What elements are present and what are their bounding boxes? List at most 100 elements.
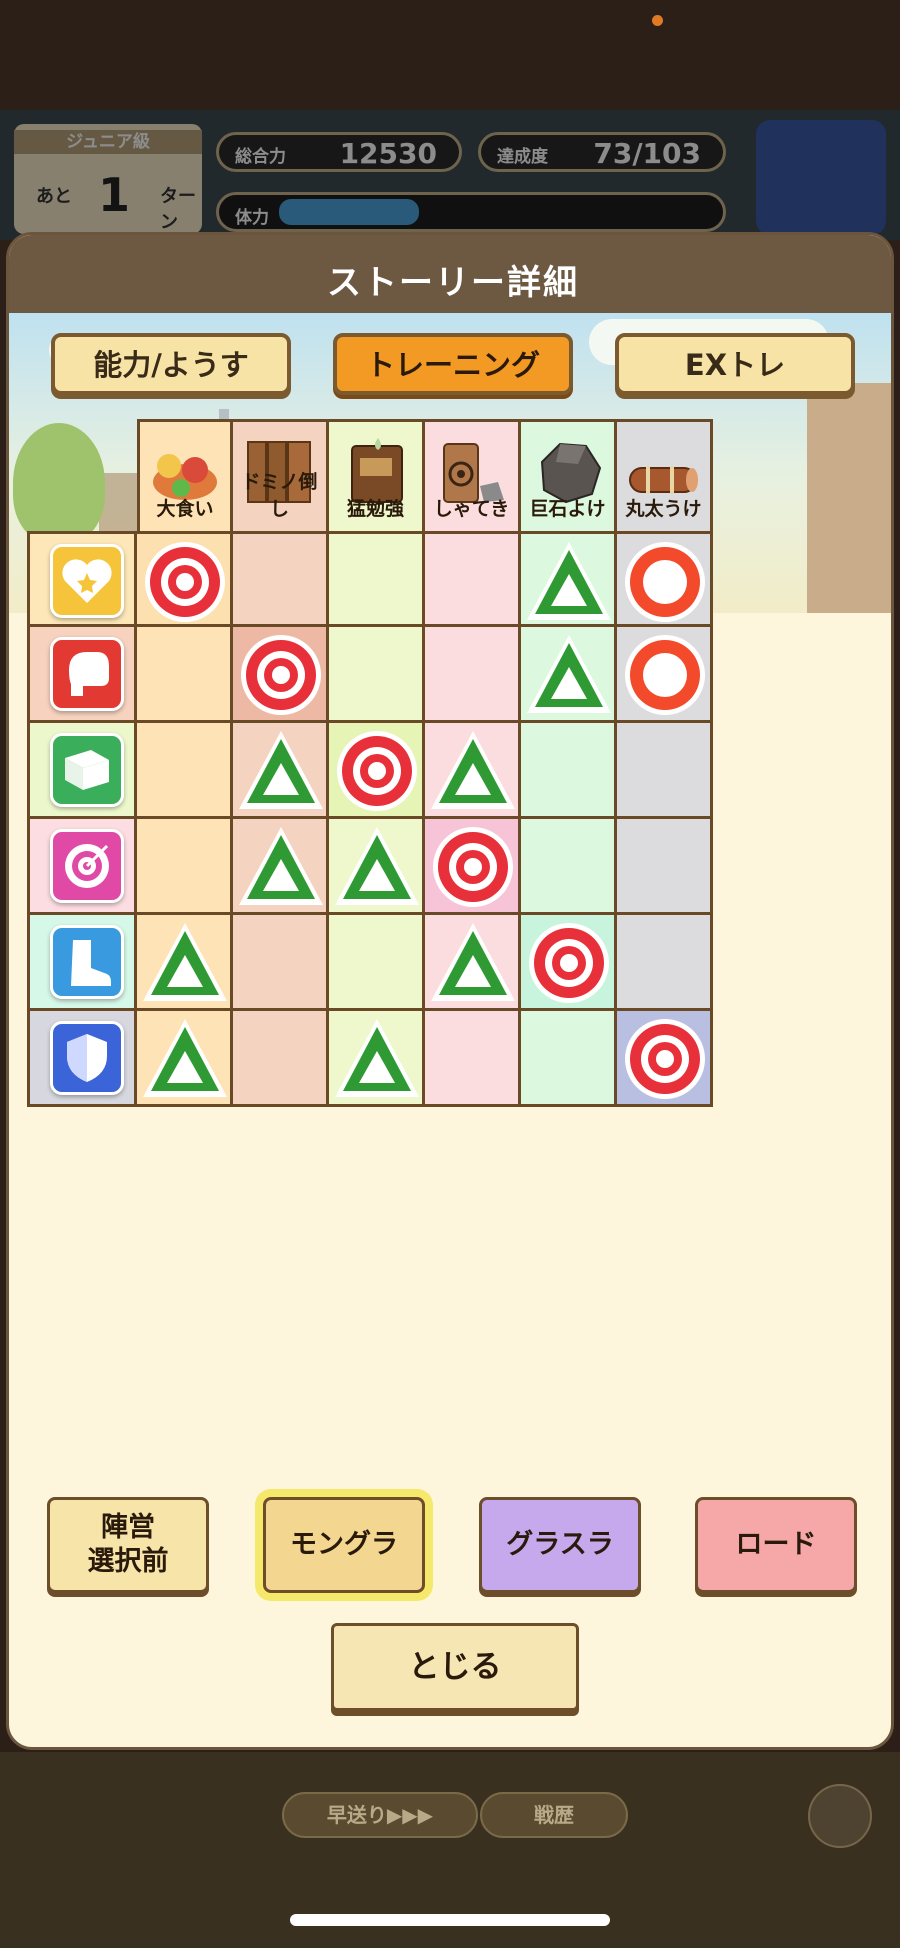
boxing-glove-icon <box>69 652 109 696</box>
book-icon <box>65 750 109 790</box>
turn-card-title: ジュニア級 <box>14 130 202 154</box>
grid-cell <box>425 723 521 819</box>
stat-icon <box>50 733 124 807</box>
boot-icon <box>71 940 111 986</box>
grid-cell <box>617 531 713 627</box>
turn-card: ジュニア級 あと 1 ターン <box>14 124 202 234</box>
grid-cell <box>329 531 425 627</box>
triangle-mark <box>431 731 515 809</box>
turn-count: 1 <box>98 168 131 222</box>
modal-header: ストーリー詳細 <box>9 235 891 313</box>
stamina-label: 体力 <box>235 208 269 228</box>
double-circle-mark <box>529 923 609 1003</box>
column-label: ドミノ倒し <box>241 471 318 520</box>
total-power-value: 12530 <box>339 137 437 170</box>
grid-cell <box>233 531 329 627</box>
triangle-mark <box>143 923 227 1001</box>
grid-cell <box>425 915 521 1011</box>
grid-cell <box>329 627 425 723</box>
triangle-mark <box>527 542 611 620</box>
row-header <box>27 819 137 915</box>
tree <box>13 423 105 543</box>
heart-icon <box>62 559 112 603</box>
close-button[interactable]: とじる <box>331 1623 579 1711</box>
column-header: しゃてき <box>425 419 521 531</box>
stamina-bar: 体力 <box>216 192 726 232</box>
column-label: 巨石よけ <box>529 498 606 520</box>
column-label: 大食い <box>156 498 214 520</box>
column-label: 猛勉強 <box>346 498 404 520</box>
double-circle-mark <box>337 731 417 811</box>
stat-icon <box>50 1021 124 1095</box>
fast-forward-button: 早送り▶▶▶ <box>282 1792 478 1838</box>
triangle-mark <box>431 923 515 1001</box>
stat-icon <box>50 829 124 903</box>
grid-cell <box>521 723 617 819</box>
double-circle-mark <box>241 635 321 715</box>
grid-cell <box>425 627 521 723</box>
menu-icon <box>808 1784 872 1848</box>
grid-cell <box>233 723 329 819</box>
stat-icon <box>50 544 124 618</box>
turn-suffix: ターン <box>160 186 196 233</box>
grid-cell <box>233 915 329 1011</box>
double-circle-mark <box>625 1019 705 1099</box>
grid-cell <box>137 915 233 1011</box>
grid-cell <box>425 819 521 915</box>
grid-cell <box>521 531 617 627</box>
circle-mark <box>625 542 705 622</box>
row-header <box>27 1011 137 1107</box>
scenario-button-road[interactable]: ロード <box>695 1497 857 1593</box>
tab-training[interactable]: トレーニング <box>333 333 573 395</box>
stat-icon <box>50 925 124 999</box>
total-power-label: 総合力 <box>235 147 286 167</box>
grid-cell <box>329 1011 425 1107</box>
column-header: 巨石よけ <box>521 419 617 531</box>
grid-cell <box>233 819 329 915</box>
double-circle-mark <box>145 542 225 622</box>
triangle-mark <box>335 827 419 905</box>
row-header <box>27 915 137 1011</box>
target-icon <box>65 844 109 888</box>
tab-ex-training[interactable]: EXトレ <box>615 333 855 395</box>
scenario-button-before-faction[interactable]: 陣営 選択前 <box>47 1497 209 1593</box>
scenario-button-mongura[interactable]: モングラ <box>263 1497 425 1593</box>
column-header: 丸太うけ <box>617 419 713 531</box>
barn <box>807 383 891 613</box>
stamina-fill <box>279 199 419 225</box>
column-label: しゃてき <box>433 498 510 520</box>
tab-ability[interactable]: 能力/ようす <box>51 333 291 395</box>
grid-cell <box>425 531 521 627</box>
grid-cell <box>329 819 425 915</box>
grid-cell <box>137 819 233 915</box>
grid-cell <box>137 627 233 723</box>
column-header: 大食い <box>137 419 233 531</box>
grid-cell <box>521 1011 617 1107</box>
grid-cell <box>329 723 425 819</box>
triangle-mark <box>239 827 323 905</box>
grid-cell <box>233 1011 329 1107</box>
grid-cell <box>617 627 713 723</box>
screen: ジュニア級 あと 1 ターン 総合力 12530 達成度 73/103 体力 早… <box>0 0 900 1948</box>
grid-cell <box>617 819 713 915</box>
row-header <box>27 531 137 627</box>
grid-cell <box>521 915 617 1011</box>
row-header <box>27 627 137 723</box>
turn-prefix: あと <box>36 186 72 207</box>
triangle-mark <box>527 635 611 713</box>
column-label: 丸太うけ <box>625 498 702 520</box>
grid-cell <box>521 627 617 723</box>
achievement-pill: 達成度 73/103 <box>478 132 726 172</box>
grid-cell <box>521 819 617 915</box>
triangle-mark <box>335 1019 419 1097</box>
history-button: 戦歴 <box>480 1792 628 1838</box>
status-indicator-dot <box>652 15 663 26</box>
character-portrait <box>756 120 886 235</box>
background-hud: ジュニア級 あと 1 ターン 総合力 12530 達成度 73/103 体力 <box>0 110 900 240</box>
scenario-button-gurasura[interactable]: グラスラ <box>479 1497 641 1593</box>
status-bar <box>0 0 900 110</box>
triangle-mark <box>143 1019 227 1097</box>
achievement-value: 73/103 <box>593 137 701 170</box>
grid-cell <box>617 915 713 1011</box>
grid-cell <box>617 723 713 819</box>
